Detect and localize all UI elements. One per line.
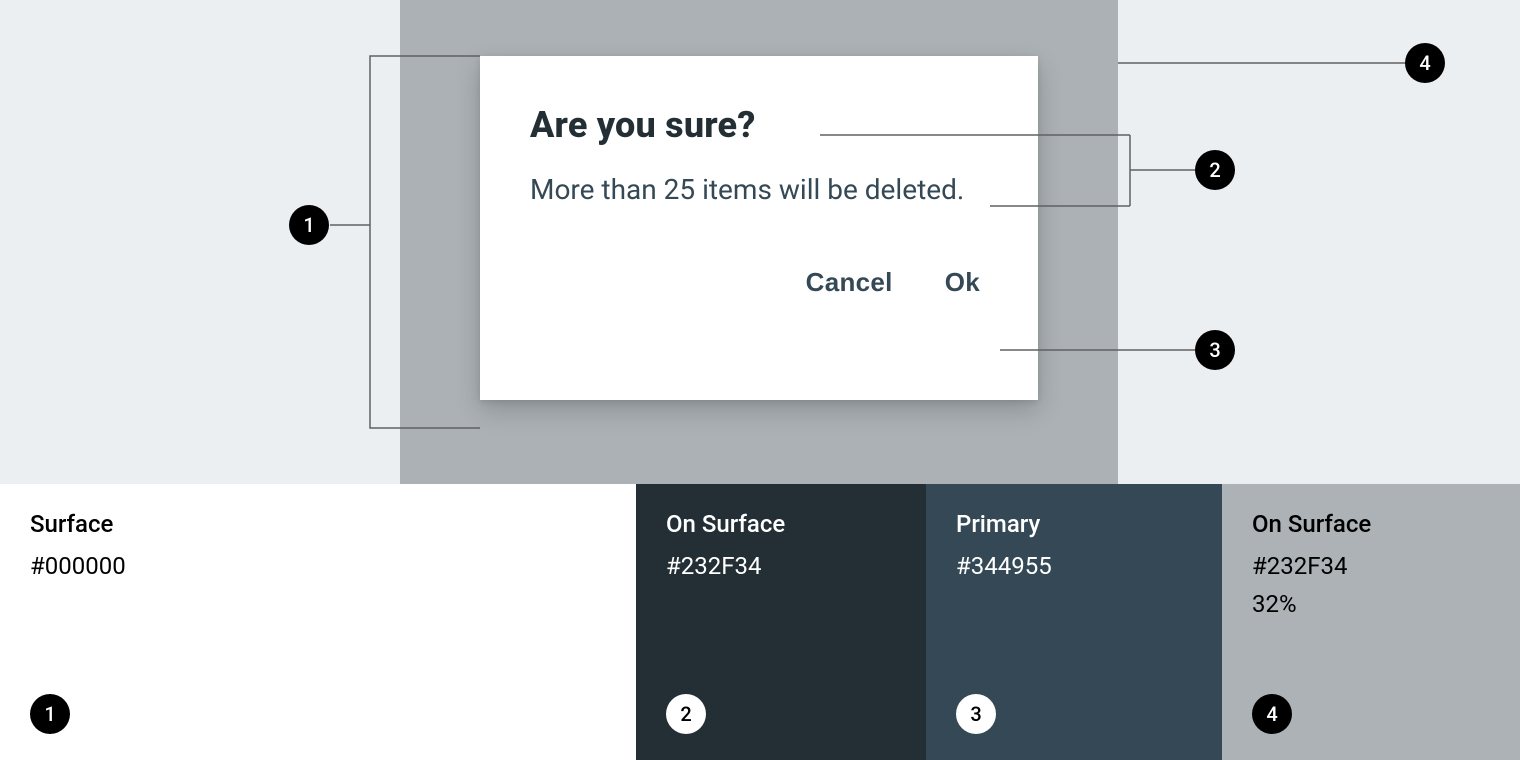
swatch-badge-3: 3	[956, 694, 996, 734]
swatch-hex: #232F34	[1252, 552, 1490, 580]
dialog-body: More than 25 items will be deleted.	[530, 170, 970, 211]
confirmation-dialog: Are you sure? More than 25 items will be…	[480, 56, 1038, 400]
cancel-button[interactable]: Cancel	[806, 267, 893, 298]
swatch-hex: #232F34	[666, 552, 896, 580]
swatch-label: Surface	[30, 510, 606, 538]
swatch-label: Primary	[956, 510, 1192, 538]
dialog-title: Are you sure?	[530, 104, 988, 146]
swatch-badge-2: 2	[666, 694, 706, 734]
swatch-surface: Surface #000000 1	[0, 484, 636, 760]
swatch-badge-1-label: 1	[44, 702, 55, 726]
swatch-label: On Surface	[1252, 510, 1490, 538]
swatch-hex: #000000	[30, 552, 606, 580]
dialog-actions: Cancel Ok	[530, 267, 988, 298]
swatch-label: On Surface	[666, 510, 896, 538]
ok-button[interactable]: Ok	[945, 267, 980, 298]
color-swatch-row: Surface #000000 1 On Surface #232F34 2 P…	[0, 484, 1520, 760]
swatch-badge-2-label: 2	[680, 702, 691, 726]
swatch-badge-4-label: 4	[1266, 702, 1277, 726]
annotation-badge-2-label: 2	[1209, 158, 1220, 182]
swatch-opacity: 32%	[1252, 590, 1490, 618]
annotation-badge-2: 2	[1195, 150, 1235, 190]
annotation-badge-4: 4	[1405, 43, 1445, 83]
annotation-badge-3-label: 3	[1209, 338, 1220, 362]
swatch-on-surface-scrim: On Surface #232F34 32% 4	[1222, 484, 1520, 760]
swatch-badge-1: 1	[30, 694, 70, 734]
swatch-hex: #344955	[956, 552, 1192, 580]
annotation-badge-1: 1	[289, 205, 329, 245]
annotation-badge-3: 3	[1195, 330, 1235, 370]
swatch-on-surface: On Surface #232F34 2	[636, 484, 926, 760]
swatch-badge-3-label: 3	[970, 702, 981, 726]
annotation-badge-1-label: 1	[303, 213, 314, 237]
annotation-badge-4-label: 4	[1419, 51, 1430, 75]
swatch-primary: Primary #344955 3	[926, 484, 1222, 760]
swatch-badge-4: 4	[1252, 694, 1292, 734]
